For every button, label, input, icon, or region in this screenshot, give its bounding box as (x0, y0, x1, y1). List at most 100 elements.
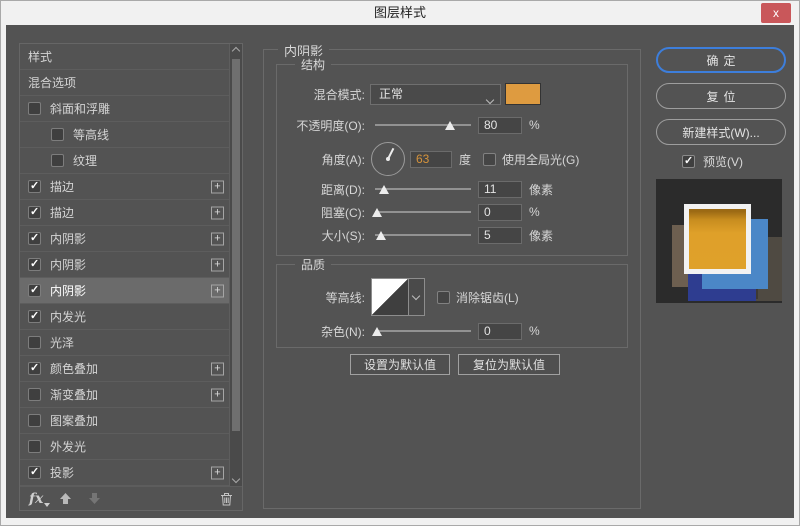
sidebar-item[interactable]: 等高线 (20, 122, 242, 148)
distance-input[interactable]: 11 (478, 181, 522, 198)
noise-slider[interactable] (375, 324, 471, 338)
reset-button[interactable]: 复位 (656, 83, 786, 109)
effect-checkbox[interactable] (28, 258, 41, 271)
add-effect-button[interactable]: + (211, 232, 224, 245)
noise-label: 杂色(N): (277, 323, 365, 340)
noise-input[interactable]: 0 (478, 323, 522, 340)
new-style-button[interactable]: 新建样式(W)... (656, 119, 786, 145)
sidebar-item-label: 内阴影 (50, 230, 86, 247)
sidebar-item[interactable]: 纹理 (20, 148, 242, 174)
effect-checkbox[interactable] (28, 440, 41, 453)
scroll-down-icon[interactable] (232, 475, 240, 483)
titlebar[interactable]: 图层样式 x (1, 1, 799, 25)
sidebar-item[interactable]: 内阴影 + (20, 226, 242, 252)
add-effect-button[interactable]: + (211, 180, 224, 193)
effect-checkbox[interactable] (28, 362, 41, 375)
choke-slider[interactable] (375, 205, 471, 219)
fx-menu-button[interactable]: fx (29, 491, 43, 507)
layer-style-dialog: 图层样式 x 样式混合选项斜面和浮雕等高线纹理描边+描边+内阴影+内阴影+内阴影… (0, 0, 800, 526)
sidebar-item[interactable]: 颜色叠加 + (20, 356, 242, 382)
sidebar-item-label: 颜色叠加 (50, 360, 98, 377)
slider-track (375, 234, 471, 236)
reset-default-button[interactable]: 复位为默认值 (458, 354, 560, 375)
quality-legend: 品质 (295, 256, 331, 273)
opacity-unit: % (529, 118, 540, 132)
contour-picker[interactable] (371, 278, 425, 316)
slider-track (375, 211, 471, 213)
move-effect-down-button[interactable] (88, 492, 101, 505)
effect-checkbox[interactable] (28, 414, 41, 427)
scroll-up-icon[interactable] (232, 47, 240, 55)
move-effect-up-button[interactable] (59, 492, 72, 505)
opacity-slider[interactable] (375, 118, 471, 132)
choke-row: 阻塞(C): 0 % (277, 201, 623, 223)
size-slider[interactable] (375, 228, 471, 242)
antialias-checkbox[interactable] (437, 291, 450, 304)
effect-checkbox[interactable] (28, 206, 41, 219)
distance-slider[interactable] (375, 182, 471, 196)
sidebar-scrollbar[interactable] (229, 44, 242, 486)
add-effect-button[interactable]: + (211, 206, 224, 219)
distance-row: 距离(D): 11 像素 (277, 178, 623, 200)
add-effect-button[interactable]: + (211, 388, 224, 401)
sidebar-item[interactable]: 描边+ (20, 200, 242, 226)
slider-thumb[interactable] (372, 327, 382, 336)
sidebar-item[interactable]: 渐变叠加+ (20, 382, 242, 408)
add-effect-button[interactable]: + (211, 258, 224, 271)
close-button[interactable]: x (761, 3, 791, 23)
ok-button[interactable]: 确定 (656, 47, 786, 73)
delete-effect-button[interactable] (220, 492, 233, 506)
slider-thumb[interactable] (379, 185, 389, 194)
sidebar-item[interactable]: 斜面和浮雕 (20, 96, 242, 122)
set-default-button[interactable]: 设置为默认值 (350, 354, 450, 375)
sidebar-item[interactable]: 内阴影+ (20, 278, 242, 304)
angle-dial[interactable] (371, 142, 405, 176)
preview-label: 预览(V) (703, 153, 743, 170)
angle-input[interactable]: 63 (410, 151, 452, 168)
sidebar-item[interactable]: 图案叠加 (20, 408, 242, 434)
blend-mode-row: 混合模式: 正常 (277, 83, 623, 105)
slider-thumb[interactable] (376, 231, 386, 240)
sidebar-item[interactable]: 描边+ (20, 174, 242, 200)
effect-checkbox[interactable] (28, 180, 41, 193)
sidebar-item[interactable]: 内发光 (20, 304, 242, 330)
chevron-down-icon (412, 292, 420, 300)
effect-checkbox[interactable] (51, 128, 64, 141)
effect-checkbox[interactable] (28, 336, 41, 349)
add-effect-button[interactable]: + (211, 284, 224, 297)
sidebar-item[interactable]: 混合选项 (20, 70, 242, 96)
effect-checkbox[interactable] (51, 154, 64, 167)
slider-thumb[interactable] (372, 208, 382, 217)
opacity-input[interactable]: 80 (478, 117, 522, 134)
effect-checkbox[interactable] (28, 102, 41, 115)
effect-checkbox[interactable] (28, 388, 41, 401)
add-effect-button[interactable]: + (211, 466, 224, 479)
sidebar-item[interactable]: 内阴影+ (20, 252, 242, 278)
effects-sidebar: 样式混合选项斜面和浮雕等高线纹理描边+描边+内阴影+内阴影+内阴影+内发光光泽颜… (19, 43, 243, 511)
sidebar-item[interactable]: 样式 (20, 44, 242, 70)
effect-checkbox[interactable] (28, 232, 41, 245)
blend-mode-select[interactable]: 正常 (370, 84, 501, 105)
contour-dropdown-button[interactable] (408, 279, 424, 315)
add-effect-button[interactable]: + (211, 362, 224, 375)
contour-thumbnail[interactable] (372, 279, 408, 315)
action-column: 确定 复位 新建样式(W)... 预览(V) (654, 25, 788, 518)
angle-row: 角度(A): 63 度 使用全局光(G) (277, 141, 623, 177)
preview-checkbox[interactable] (682, 155, 695, 168)
slider-thumb[interactable] (445, 121, 455, 130)
arrow-down-icon (88, 492, 101, 505)
shadow-color-swatch[interactable] (505, 83, 541, 105)
effect-checkbox[interactable] (28, 310, 41, 323)
sidebar-item[interactable]: 外发光 (20, 434, 242, 460)
sidebar-item[interactable]: 光泽 (20, 330, 242, 356)
use-global-light-checkbox[interactable] (483, 153, 496, 166)
slider-track (375, 124, 471, 126)
scrollbar-thumb[interactable] (232, 59, 240, 431)
effect-checkbox[interactable] (28, 284, 41, 297)
opacity-row: 不透明度(O): 80 % (277, 114, 623, 136)
dialog-content: 样式混合选项斜面和浮雕等高线纹理描边+描边+内阴影+内阴影+内阴影+内发光光泽颜… (6, 25, 794, 518)
sidebar-item[interactable]: 投影+ (20, 460, 242, 486)
choke-input[interactable]: 0 (478, 204, 522, 221)
effect-checkbox[interactable] (28, 466, 41, 479)
size-input[interactable]: 5 (478, 227, 522, 244)
